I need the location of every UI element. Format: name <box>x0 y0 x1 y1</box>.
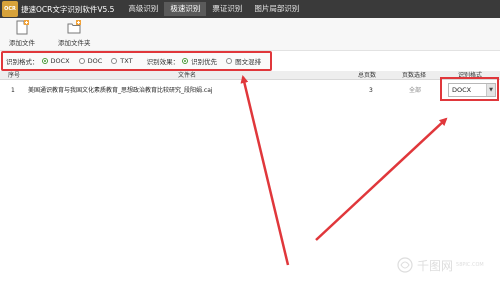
watermark-sub: 58PIC.COM <box>456 262 484 268</box>
arrow-to-options <box>240 75 290 266</box>
watermark: 千图网 58PIC.COM <box>396 256 484 274</box>
arrow-to-format-select <box>315 117 448 241</box>
watermark-text: 千图网 <box>417 258 454 273</box>
watermark-logo-icon <box>397 257 413 273</box>
annotation-arrows <box>240 75 448 266</box>
